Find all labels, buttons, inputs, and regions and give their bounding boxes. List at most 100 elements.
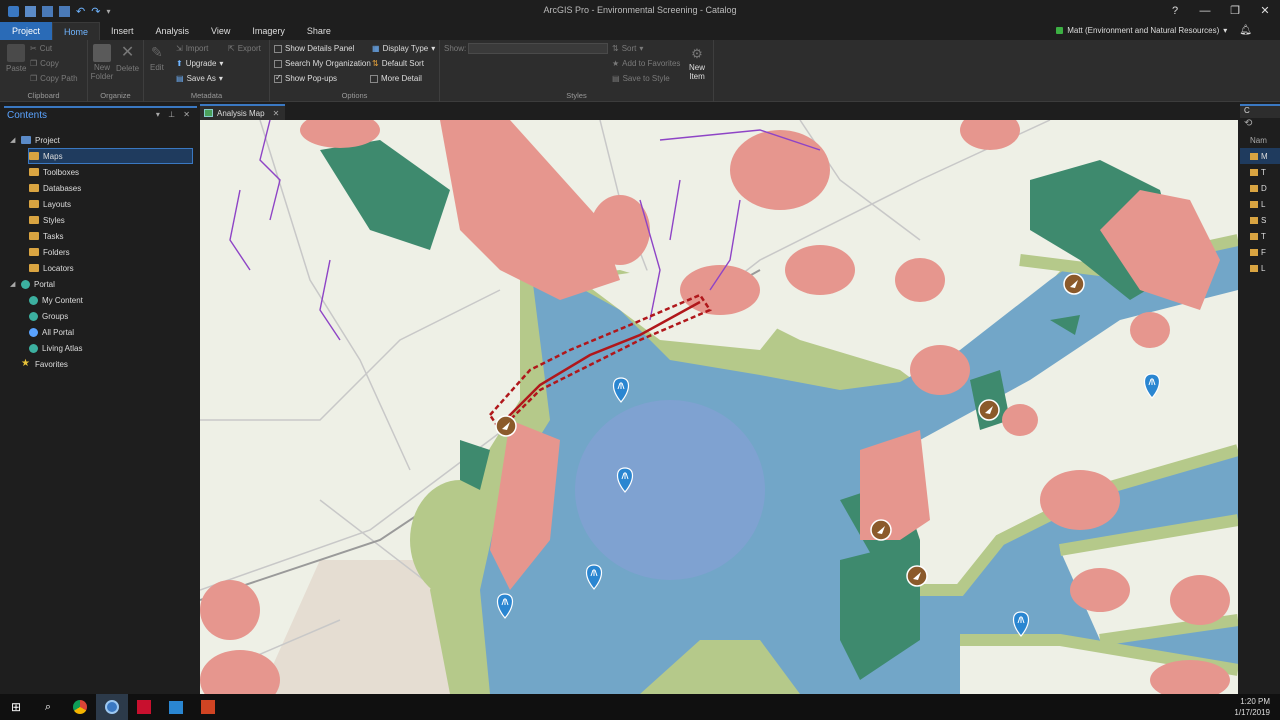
catalog-row[interactable]: T (1240, 228, 1280, 244)
close-button[interactable]: ✕ (1250, 0, 1280, 22)
edit-button[interactable]: ✎ Edit (150, 44, 164, 72)
bird-marker-icon[interactable] (495, 415, 517, 437)
tree-item-styles[interactable]: Styles (4, 212, 197, 228)
chrome-button[interactable] (64, 694, 96, 720)
tab-imagery[interactable]: Imagery (241, 22, 296, 40)
arcgis-pro-taskbar-button[interactable] (96, 694, 128, 720)
catalog-row[interactable]: T (1240, 164, 1280, 180)
catalog-row[interactable]: M (1240, 148, 1280, 164)
tab-view[interactable]: View (200, 22, 241, 40)
checkbox[interactable] (370, 74, 378, 83)
catalog-row[interactable]: F (1240, 244, 1280, 260)
display-type-button[interactable]: ▦ Display Type ▾ (372, 44, 435, 53)
import-button[interactable]: ⇲ Import (176, 44, 208, 53)
tree-item-label: Locators (43, 263, 74, 273)
new-item-button[interactable]: ⚙ New Item (684, 46, 710, 81)
cut-button[interactable]: ✂ Cut (30, 44, 52, 53)
tree-item-groups[interactable]: Groups (4, 308, 197, 324)
tab-share[interactable]: Share (296, 22, 342, 40)
tree-item-all-portal[interactable]: All Portal (4, 324, 197, 340)
add-to-favorites-button[interactable]: ★ Add to Favorites (612, 59, 680, 68)
powerpoint-button[interactable] (192, 694, 224, 720)
back-icon[interactable]: ⟲ (1240, 118, 1280, 132)
default-sort-button[interactable]: ⇅ Default Sort (372, 59, 424, 68)
acrobat-button[interactable] (128, 694, 160, 720)
start-button[interactable]: ⊞ (0, 694, 32, 720)
tree-item-favorites[interactable]: ★ Favorites (4, 356, 197, 372)
copy-button[interactable]: ❐ Copy (30, 59, 59, 68)
tree-item-databases[interactable]: Databases (4, 180, 197, 196)
catalog-row[interactable]: L (1240, 260, 1280, 276)
catalog-row-label: L (1261, 199, 1266, 209)
folder-icon (29, 264, 39, 272)
tree-item-layouts[interactable]: Layouts (4, 196, 197, 212)
system-clock[interactable]: 1:20 PM 1/17/2019 (1234, 696, 1270, 718)
catalog-tab[interactable]: C (1240, 104, 1280, 118)
sort-button[interactable]: ⇅ Sort ▾ (612, 44, 643, 53)
tree-item-tasks[interactable]: Tasks (4, 228, 197, 244)
bird-marker-icon[interactable] (906, 565, 928, 587)
checkbox[interactable] (274, 59, 282, 68)
group-metadata: ✎ Edit ⇲ Import ⇱ Export ⬆ Upgrade ▾ ▤ Save A… (144, 40, 270, 102)
notification-bell-icon[interactable]: 🔔︎ (1239, 25, 1252, 36)
group-label: Metadata (190, 91, 223, 100)
save-as-button[interactable]: ▤ Save As ▾ (176, 74, 223, 83)
folder-icon (1250, 216, 1258, 224)
tab-insert[interactable]: Insert (100, 22, 145, 40)
tree-item-project[interactable]: ◢ Project (4, 132, 197, 148)
tab-analysis[interactable]: Analysis (145, 22, 201, 40)
copy-icon: ❐ (30, 59, 38, 68)
checkbox[interactable] (274, 44, 282, 53)
save-icon[interactable] (42, 5, 53, 17)
pane-controls[interactable]: ▾ ⊥ ✕ (156, 110, 193, 119)
save-as-icon[interactable] (59, 5, 70, 17)
store-button[interactable] (160, 694, 192, 720)
export-button[interactable]: ⇱ Export (228, 44, 261, 53)
new-folder-button[interactable]: New Folder (90, 44, 114, 81)
tree-item-maps[interactable]: Maps (28, 148, 193, 164)
search-button[interactable]: ⌕ (32, 694, 64, 720)
bird-marker-icon[interactable] (978, 399, 1000, 421)
show-details-panel-checkbox[interactable]: Show Details Panel (274, 44, 354, 53)
undo-icon[interactable]: ↶ (76, 5, 85, 18)
open-icon[interactable] (25, 5, 36, 17)
catalog-pane: C ⟲ Nam MTDLSTFL (1240, 104, 1280, 694)
catalog-row[interactable]: L (1240, 196, 1280, 212)
tab-project[interactable]: Project (0, 22, 52, 40)
expand-caret-icon[interactable]: ◢ (10, 136, 18, 144)
tree-item-folders[interactable]: Folders (4, 244, 197, 260)
tree-item-portal[interactable]: ◢ Portal (4, 276, 197, 292)
map-svg[interactable] (200, 120, 1238, 694)
help-button[interactable]: ? (1160, 0, 1190, 22)
upgrade-button[interactable]: ⬆ Upgrade ▾ (176, 59, 223, 68)
catalog-row[interactable]: D (1240, 180, 1280, 196)
search-my-organization-checkbox[interactable]: Search My Organization (274, 59, 371, 68)
restore-button[interactable]: ❐ (1220, 0, 1250, 22)
folder-icon (1250, 184, 1258, 192)
bird-marker-icon[interactable] (1063, 273, 1085, 295)
save-to-style-button[interactable]: ▤ Save to Style (612, 74, 670, 83)
show-dropdown[interactable] (468, 43, 608, 54)
user-account[interactable]: Matt (Environment and Natural Resources)… (1056, 25, 1252, 36)
checkbox-checked[interactable] (274, 73, 282, 83)
copy-path-button[interactable]: ❐ Copy Path (30, 74, 78, 83)
tree-item-living-atlas[interactable]: Living Atlas (4, 340, 197, 356)
tree-item-toolboxes[interactable]: Toolboxes (4, 164, 197, 180)
bird-marker-icon[interactable] (870, 519, 892, 541)
close-icon[interactable]: ✕ (273, 109, 280, 118)
minimize-button[interactable]: — (1190, 0, 1220, 22)
tree-item-my-content[interactable]: My Content (4, 292, 197, 308)
paste-button[interactable]: Paste (6, 44, 26, 73)
catalog-row[interactable]: S (1240, 212, 1280, 228)
redo-icon[interactable]: ↷ (91, 5, 100, 18)
show-popups-checkbox[interactable]: Show Pop-ups (274, 73, 337, 83)
more-detail-checkbox[interactable]: More Detail (370, 74, 422, 83)
map-canvas[interactable] (200, 120, 1238, 694)
delete-button[interactable]: ✕ Delete (116, 44, 139, 73)
tree-item-locators[interactable]: Locators (4, 260, 197, 276)
customize-icon[interactable]: ▾ (106, 7, 110, 16)
chevron-down-icon: ▾ (218, 74, 223, 83)
tab-home[interactable]: Home (52, 22, 101, 40)
tab-analysis-map[interactable]: Analysis Map ✕ (200, 104, 286, 120)
expand-caret-icon[interactable]: ◢ (10, 280, 18, 288)
